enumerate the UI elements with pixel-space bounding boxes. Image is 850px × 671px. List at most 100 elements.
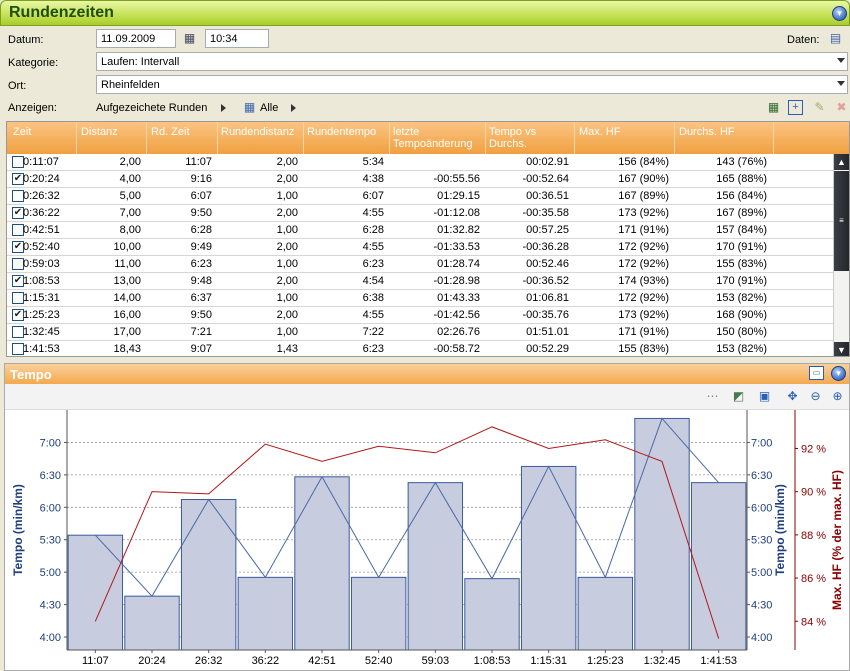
- table-row[interactable]: 1:41:53 18,43 9:07 1,43 6:23 -00:58.72 00:52.2…: [7, 341, 835, 356]
- col-header-max-hf[interactable]: Max. HF: [579, 126, 621, 138]
- cell-distanz: 7,00: [119, 207, 141, 219]
- table-row[interactable]: ✔ 0:36:22 7,00 9:50 2,00 4:55 -01:12.08 -00:35.…: [7, 205, 835, 222]
- cell-tempo: 6:23: [362, 258, 384, 270]
- cell-tempo: 4:38: [362, 173, 384, 185]
- col-header-rundentempo[interactable]: Rundentempo: [307, 126, 376, 138]
- column-divider: [303, 122, 304, 154]
- table-icon: ▦: [243, 100, 256, 114]
- x-tick-label: 1:15:31: [530, 655, 567, 667]
- layout-window-icon[interactable]: ▭: [809, 366, 824, 380]
- bar: [690, 482, 747, 651]
- pan-icon[interactable]: ✥: [785, 389, 800, 404]
- cell-maxhf: 171 (91%): [618, 224, 669, 236]
- grid-lines-icon[interactable]: ⋯: [705, 389, 720, 404]
- zoom-out-icon[interactable]: ⊖: [808, 389, 823, 404]
- ort-select[interactable]: Rheinfelden: [96, 75, 848, 94]
- chevron-down-icon: [837, 81, 845, 86]
- cell-maxhf: 172 (92%): [618, 241, 669, 253]
- table-row[interactable]: 0:11:07 2,00 11:07 2,00 5:34 00:02.91 156 (84%…: [7, 154, 835, 171]
- col-header-rdzeit[interactable]: Rd. Zeit: [151, 126, 190, 138]
- cell-vs: 01:51.01: [526, 326, 569, 338]
- x-tick-label: 1:08:53: [474, 655, 511, 667]
- cell-rdzeit: 6:37: [190, 292, 212, 304]
- cell-dhf: 170 (91%): [716, 241, 767, 253]
- calculator-icon[interactable]: ▦: [766, 100, 781, 115]
- col-header-rundendistanz[interactable]: Rundendistanz: [221, 126, 294, 138]
- col-header-zeit[interactable]: Zeit: [13, 126, 31, 138]
- table-row[interactable]: 1:32:45 17,00 7:21 1,00 7:22 02:26.76 01:51.01…: [7, 324, 835, 341]
- bar: [634, 417, 690, 651]
- table-row[interactable]: ✔ 0:20:24 4,00 9:16 2,00 4:38 -00:55.56 -00:52.…: [7, 171, 835, 188]
- table-row[interactable]: ✔ 0:52:40 10,00 9:49 2,00 4:55 -01:33.53 -00:36…: [7, 239, 835, 256]
- x-tick-label: 11:07: [82, 655, 109, 667]
- cell-distanz: 2,00: [119, 156, 141, 168]
- column-divider: [773, 122, 774, 154]
- cell-rdzeit: 7:21: [190, 326, 212, 338]
- cell-zeit: 1:41:53: [23, 343, 60, 355]
- cell-vs: -00:35.76: [522, 309, 569, 321]
- ort-value: Rheinfelden: [101, 79, 160, 91]
- time-field[interactable]: 10:34: [205, 29, 269, 48]
- cell-vs: -00:36.52: [522, 275, 569, 287]
- cell-rdzeit: 6:23: [190, 258, 212, 270]
- table-row[interactable]: 0:59:03 11,00 6:23 1,00 6:23 01:28.74 00:52.46…: [7, 256, 835, 273]
- zoom-in-icon[interactable]: ⊕: [830, 389, 845, 404]
- cell-tempo: 5:34: [362, 156, 384, 168]
- collapse-chevron-icon[interactable]: ▾: [832, 6, 847, 21]
- tempo-chart-panel: Tempo ▭ ▾ ⋯ ◩ ▣ ✥ ⊖ ⊕ 4:00 4:00 4:30 4:30 5:…: [4, 363, 850, 671]
- chevron-right-icon[interactable]: [221, 104, 226, 112]
- scroll-thumb[interactable]: ≡: [834, 171, 849, 271]
- chevron-right-icon[interactable]: [291, 104, 296, 112]
- cell-zeit: 1:25:23: [23, 309, 60, 321]
- bar: [350, 576, 407, 651]
- table-row[interactable]: ✔ 1:25:23 16,00 9:50 2,00 4:55 -01:42.56 -00:35…: [7, 307, 835, 324]
- x-tick-label: 1:25:23: [587, 655, 624, 667]
- cell-rdist: 1,43: [276, 343, 298, 355]
- edit-pencil-icon[interactable]: ✎: [812, 100, 827, 115]
- calendar-icon[interactable]: ▦: [182, 31, 197, 46]
- cell-tempo: 7:22: [362, 326, 384, 338]
- table-row[interactable]: 0:26:32 5,00 6:07 1,00 6:07 01:29.15 00:36.51 1…: [7, 188, 835, 205]
- cell-vs: 01:06.81: [526, 292, 569, 304]
- col-header-tempo-vs[interactable]: Tempo vs Durchs.: [489, 126, 569, 150]
- table-row[interactable]: 0:42:51 8,00 6:28 1,00 6:28 01:32.82 00:57.25 1…: [7, 222, 835, 239]
- chart-options-icon[interactable]: ◩: [731, 389, 746, 404]
- bar: [577, 576, 634, 651]
- cell-maxhf: 156 (84%): [618, 156, 669, 168]
- cell-distanz: 17,00: [113, 326, 141, 338]
- save-icon[interactable]: ▣: [757, 389, 772, 404]
- data-menu-icon[interactable]: ▤: [828, 31, 843, 46]
- x-tick-label: 26:32: [195, 655, 223, 667]
- collapse-chevron-icon[interactable]: ▾: [831, 366, 846, 381]
- delete-icon[interactable]: ✖: [834, 100, 849, 115]
- kategorie-select[interactable]: Laufen: Intervall: [96, 52, 848, 71]
- y2-tick-label: 88 %: [801, 530, 826, 542]
- window-title: Rundenzeiten: [9, 4, 114, 21]
- add-icon[interactable]: +: [788, 100, 803, 115]
- table-row[interactable]: ✔ 1:08:53 13,00 9:48 2,00 4:54 -01:28.98 -00:36…: [7, 273, 835, 290]
- cell-rdzeit: 6:28: [190, 224, 212, 236]
- chart-toolbar: ⋯ ◩ ▣ ✥ ⊖ ⊕: [5, 384, 849, 410]
- col-header-letzte-tempoaenderung[interactable]: letzte Tempoänderung: [393, 126, 483, 150]
- cell-distanz: 14,00: [113, 292, 141, 304]
- laps-dropdown[interactable]: Aufgezeichete Runden: [96, 102, 207, 114]
- cell-vs: -00:52.64: [522, 173, 569, 185]
- scroll-up-icon[interactable]: ▲: [834, 154, 849, 170]
- cell-tempo: 6:07: [362, 190, 384, 202]
- cell-zeit: 0:20:24: [23, 173, 60, 185]
- vertical-scrollbar[interactable]: ▲ ≡ ▼: [833, 154, 849, 356]
- column-divider: [76, 122, 77, 154]
- filter-dropdown[interactable]: Alle: [260, 102, 278, 114]
- cell-letzte: 01:28.74: [437, 258, 480, 270]
- cell-distanz: 8,00: [119, 224, 141, 236]
- column-divider: [485, 122, 486, 154]
- cell-vs: 00:36.51: [526, 190, 569, 202]
- y-tick-label-right: 5:00: [751, 567, 772, 579]
- col-header-durchs-hf[interactable]: Durchs. HF: [679, 126, 735, 138]
- daten-label: Daten:: [787, 34, 820, 46]
- cell-letzte: -01:42.56: [433, 309, 480, 321]
- scroll-down-icon[interactable]: ▼: [834, 342, 849, 356]
- col-header-distanz[interactable]: Distanz: [81, 126, 118, 138]
- table-row[interactable]: 1:15:31 14,00 6:37 1,00 6:38 01:43.33 01:06.81…: [7, 290, 835, 307]
- date-field[interactable]: 11.09.2009: [96, 29, 176, 48]
